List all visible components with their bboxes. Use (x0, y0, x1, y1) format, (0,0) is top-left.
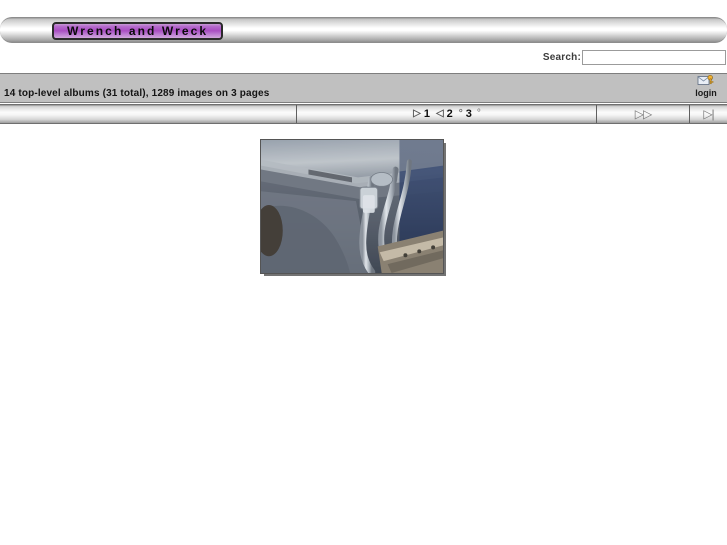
last-page-icon: ▷| (703, 107, 714, 121)
login-button[interactable]: login (689, 74, 723, 99)
login-label: login (695, 88, 717, 98)
page-link-2[interactable]: ◁ 2 (435, 108, 454, 120)
pagination-next-button[interactable]: ▷▷ (597, 105, 690, 123)
album-thumbnail[interactable] (260, 139, 444, 274)
search-label: Search: (542, 52, 581, 63)
page-dot-icon: ° (458, 108, 463, 119)
pagination-bar: ▷ 1 ◁ 2 ° 3 ° ▷▷ ▷| (0, 104, 727, 124)
search-row: Search: (543, 50, 726, 65)
page-number-label: 3 (465, 108, 472, 120)
thumbnail-photo (261, 140, 443, 273)
pagination-page-list: ▷ 1 ◁ 2 ° 3 ° (297, 105, 597, 123)
page-arrow-icon: ◁ (435, 108, 444, 119)
page-arrow-icon: ▷ (413, 108, 421, 119)
pagination-prev-cell (0, 105, 297, 123)
search-input[interactable] (582, 50, 726, 65)
pagination-last-button[interactable]: ▷| (690, 105, 727, 123)
login-key-icon (697, 74, 714, 85)
page-link-3[interactable]: ° 3 (458, 108, 473, 120)
page-number-label: 2 (446, 108, 453, 120)
site-title-banner[interactable]: Wrench and Wreck (52, 22, 224, 40)
page-link-1[interactable]: ▷ 1 (412, 108, 431, 120)
next-page-icon: ▷▷ (634, 107, 652, 121)
album-info-bar: 14 top-level albums (31 total), 1289 ima… (0, 73, 727, 103)
page-number-label: 1 (423, 108, 430, 120)
album-summary-text: 14 top-level albums (31 total), 1289 ima… (4, 88, 270, 99)
site-title-text: Wrench and Wreck (67, 24, 209, 38)
page-dot-icon-trailing: ° (476, 108, 481, 119)
